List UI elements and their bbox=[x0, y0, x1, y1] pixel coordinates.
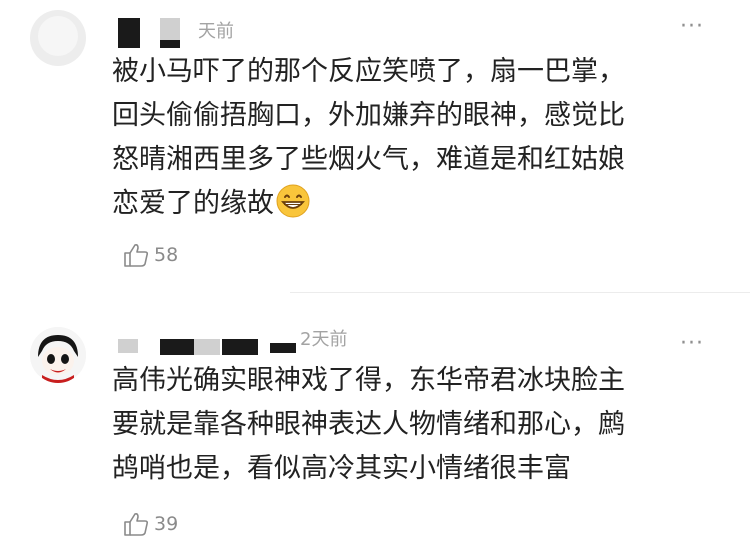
comment-text: 高伟光确实眼神戏了得，东华帝君冰块脸主 要就是靠各种眼神表达人物情绪和那心，鹧 … bbox=[112, 359, 722, 491]
like-button[interactable]: 58 bbox=[122, 240, 178, 270]
comment-item: 天前 ··· 被小马吓了的那个反应笑喷了，扇一巴掌， 回头偷偷捂胸口，外加嫌弃的… bbox=[0, 0, 750, 292]
like-button[interactable]: 39 bbox=[122, 509, 178, 539]
comment-timestamp: 天前 bbox=[198, 21, 234, 42]
comment-body: 被小马吓了的那个反应笑喷了，扇一巴掌， 回头偷偷捂胸口，外加嫌弃的眼神，感觉比 … bbox=[112, 56, 625, 219]
avatar[interactable] bbox=[30, 327, 86, 383]
grinning-face-emoji bbox=[276, 184, 310, 218]
redacted-username bbox=[270, 343, 296, 353]
redacted-username bbox=[118, 18, 140, 48]
comment-text: 被小马吓了的那个反应笑喷了，扇一巴掌， 回头偷偷捂胸口，外加嫌弃的眼神，感觉比 … bbox=[112, 50, 722, 226]
redacted-username bbox=[160, 339, 194, 355]
comment-body: 高伟光确实眼神戏了得，东华帝君冰块脸主 要就是靠各种眼神表达人物情绪和那心，鹧 … bbox=[112, 365, 625, 484]
redacted-username bbox=[222, 339, 258, 355]
avatar-image bbox=[30, 327, 86, 383]
thumbs-up-icon bbox=[124, 513, 149, 536]
redacted-username bbox=[118, 339, 138, 353]
redacted-username bbox=[160, 18, 180, 40]
more-options-icon[interactable]: ··· bbox=[680, 16, 704, 38]
redacted-username bbox=[194, 339, 220, 355]
comment-item: 2天前 ··· 高伟光确实眼神戏了得，东华帝君冰块脸主 要就是靠各种眼神表达人物… bbox=[0, 293, 750, 541]
thumbs-up-icon bbox=[124, 244, 149, 267]
like-count: 39 bbox=[154, 513, 179, 535]
more-options-icon[interactable]: ··· bbox=[680, 333, 704, 355]
avatar[interactable] bbox=[30, 10, 86, 66]
redacted-username bbox=[160, 40, 180, 48]
like-count: 58 bbox=[154, 244, 179, 266]
comment-timestamp: 2天前 bbox=[300, 329, 348, 350]
